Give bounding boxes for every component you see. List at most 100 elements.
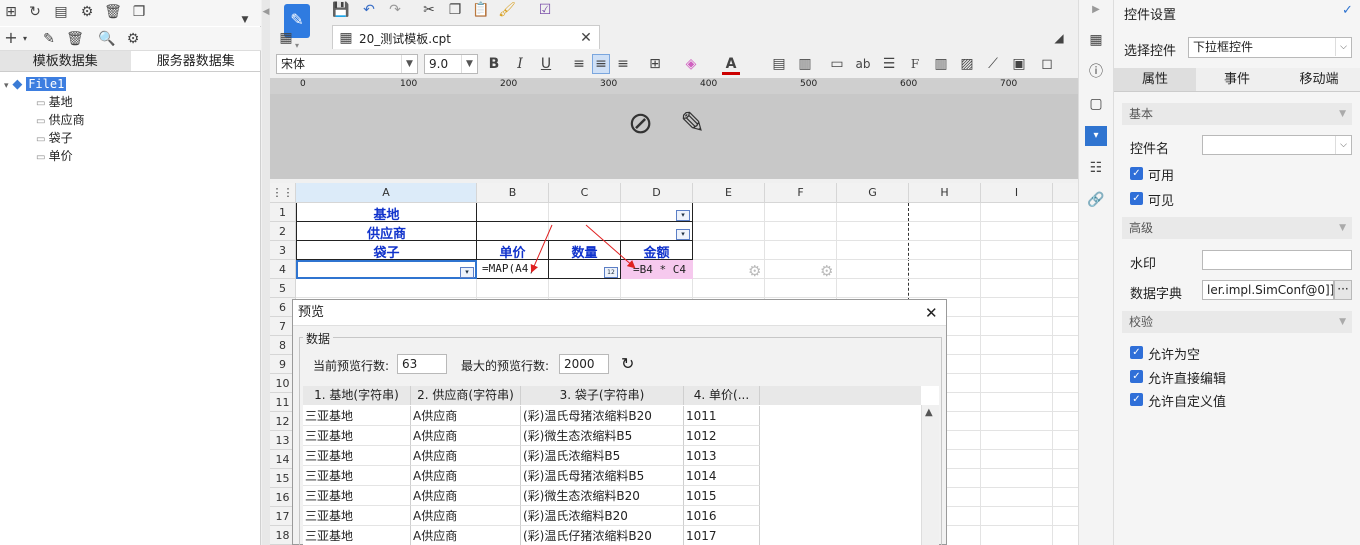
section-basic[interactable]: 基本 ▼	[1122, 103, 1352, 125]
table-cell: 三亚基地	[303, 446, 411, 466]
delete-icon[interactable]: 🗑	[104, 4, 122, 20]
tree-root[interactable]: ▾ ◆ File1	[4, 75, 67, 93]
widget-name-select[interactable]: ⌵	[1202, 135, 1352, 155]
scroll-up-icon[interactable]: ▲	[925, 407, 933, 418]
split-cell-icon[interactable]: ▥	[796, 56, 814, 72]
delete-icon[interactable]: 🗑	[66, 31, 84, 47]
merge-cell-icon[interactable]: ▤	[770, 56, 788, 72]
table-cell: A供应商	[411, 486, 521, 506]
rich-text-icon[interactable]: ☰	[880, 56, 898, 72]
allow-empty-label: 允许为空	[1148, 348, 1201, 363]
enabled-checkbox[interactable]: ✓	[1130, 167, 1143, 180]
dataset-panel: ⊞ ↻ ▤ ⚙ 🗑 ❐ ▼ + ▾ ✎ 🗑 🔍 ⚙ 模板数据集 服务器数据集 ▾…	[0, 0, 261, 545]
hide-eye-icon[interactable]: ⊘	[628, 106, 653, 141]
table-header[interactable]: 4. 单价(...	[684, 386, 760, 405]
table-header[interactable]: 3. 袋子(字符串)	[521, 386, 684, 405]
watermark-input[interactable]	[1202, 250, 1352, 270]
tab-server-dataset[interactable]: 服务器数据集	[131, 51, 262, 71]
section-validate[interactable]: 校验 ▼	[1122, 311, 1352, 333]
tree-item[interactable]: ▭ 袋子	[36, 129, 73, 147]
visible-checkbox[interactable]: ✓	[1130, 192, 1143, 205]
max-rows-input[interactable]: 2000	[559, 354, 609, 374]
data-dictionary-input[interactable]: ler.impl.SimConf@0]]	[1202, 280, 1334, 300]
paste-icon[interactable]: 📋	[472, 2, 490, 18]
border-attr-icon[interactable]: ▢	[1087, 96, 1105, 112]
italic-icon[interactable]: I	[511, 56, 529, 72]
chart-icon[interactable]: ▥	[932, 56, 950, 72]
expand-icon[interactable]: ▾	[4, 81, 9, 91]
tree-item[interactable]: ▭ 供应商	[36, 111, 85, 129]
dataset-icon: ◆	[12, 77, 23, 92]
underline-icon[interactable]: U	[537, 56, 555, 72]
check-mark-icon[interactable]: ✓	[1342, 3, 1353, 18]
edit-icon[interactable]: ✎	[40, 31, 58, 47]
slash-icon[interactable]: ⟋	[984, 56, 1002, 72]
sub-report-icon[interactable]: ▣	[1010, 56, 1028, 72]
table-header[interactable]: 2. 供应商(字符串)	[411, 386, 521, 405]
settings-icon[interactable]: ⚙	[78, 4, 96, 20]
section-advanced[interactable]: 高级 ▼	[1122, 217, 1352, 239]
tab-mobile[interactable]: 移动端	[1278, 68, 1360, 91]
more-options-button[interactable]: ···	[1334, 280, 1352, 300]
copy-icon[interactable]: ❐	[130, 4, 148, 20]
align-left-icon[interactable]: ≡	[570, 56, 588, 72]
tab-menu-icon[interactable]: ◢	[1050, 30, 1068, 46]
dataset-list-icon[interactable]: ▤	[52, 4, 70, 20]
tab-properties[interactable]: 属性	[1114, 68, 1196, 91]
new-dataset-icon[interactable]: ⊞	[2, 4, 20, 20]
cell-attr-icon[interactable]: ▦	[1087, 32, 1105, 48]
format-brush-icon[interactable]: 🖌	[498, 2, 516, 18]
expand-right-icon[interactable]: ▶	[1087, 2, 1105, 18]
redo-icon[interactable]: ↷	[386, 2, 404, 18]
ruler-tick: 200	[500, 79, 518, 89]
save-icon[interactable]: 💾	[332, 2, 350, 18]
settings-icon[interactable]: ⚙	[124, 31, 142, 47]
tree-item[interactable]: ▭ 基地	[36, 93, 73, 111]
insert-text-icon[interactable]: ▭	[828, 56, 846, 72]
panel-splitter[interactable]: ◀	[262, 0, 270, 545]
undo-icon[interactable]: ↶	[360, 2, 378, 18]
preview-check-icon[interactable]: ☑	[536, 2, 554, 18]
collapse-icon[interactable]: ▼	[236, 12, 254, 28]
font-color-icon[interactable]: A	[722, 56, 740, 75]
align-center-icon[interactable]: ≡	[592, 54, 610, 74]
current-rows-input[interactable]: 63	[397, 354, 447, 374]
font-name-select[interactable]: 宋体 ▼	[276, 54, 418, 74]
grid-view-icon[interactable]: ▦	[277, 30, 295, 46]
fill-color-icon[interactable]: ◈	[682, 56, 700, 72]
widget-settings-icon[interactable]: ▾	[1085, 126, 1107, 146]
condition-icon[interactable]: ☷	[1087, 160, 1105, 176]
pencil-icon[interactable]: ✎	[680, 106, 705, 141]
add-dropdown-icon[interactable]: ▾	[16, 31, 34, 47]
border-icon[interactable]: ⊞	[646, 56, 664, 72]
allow-edit-checkbox[interactable]: ✓	[1130, 370, 1143, 383]
allow-empty-checkbox[interactable]: ✓	[1130, 346, 1143, 359]
link-icon[interactable]: 🔗	[1087, 192, 1105, 208]
font-size-select[interactable]: 9.0 ▼	[424, 54, 478, 74]
copy-icon[interactable]: ❐	[446, 2, 464, 18]
ruler-tick: 300	[600, 79, 618, 89]
tab-events[interactable]: 事件	[1196, 68, 1278, 91]
cut-icon[interactable]: ✂	[420, 2, 438, 18]
chevron-down-icon: ▼	[1339, 109, 1346, 119]
widget-type-select[interactable]: 下拉框控件 ⌵	[1188, 37, 1352, 58]
align-right-icon[interactable]: ≡	[614, 56, 632, 72]
preview-icon[interactable]: 🔍	[98, 31, 116, 47]
close-icon[interactable]: ✕	[925, 304, 938, 322]
bold-icon[interactable]: B	[485, 56, 503, 72]
cell-element-icon[interactable]: ⓘ	[1087, 64, 1105, 80]
text-icon[interactable]: ab	[854, 56, 872, 72]
close-icon[interactable]: ✕	[577, 30, 595, 46]
field-icon: ▭	[36, 116, 49, 127]
document-tab[interactable]: ▦ ▦ 20_测试模板.cpt ✕	[279, 25, 600, 49]
allow-custom-checkbox[interactable]: ✓	[1130, 393, 1143, 406]
image-icon[interactable]: ▨	[958, 56, 976, 72]
refresh-icon[interactable]: ↻	[621, 354, 634, 373]
refresh-icon[interactable]: ↻	[26, 4, 44, 20]
tab-template-dataset[interactable]: 模板数据集	[0, 51, 131, 71]
scrollbar[interactable]: ▲	[921, 405, 939, 545]
more-icon[interactable]: ◻	[1038, 56, 1056, 72]
table-header[interactable]: 1. 基地(字符串)	[303, 386, 411, 405]
tree-item[interactable]: ▭ 单价	[36, 147, 73, 165]
formula-icon[interactable]: F	[906, 56, 924, 72]
